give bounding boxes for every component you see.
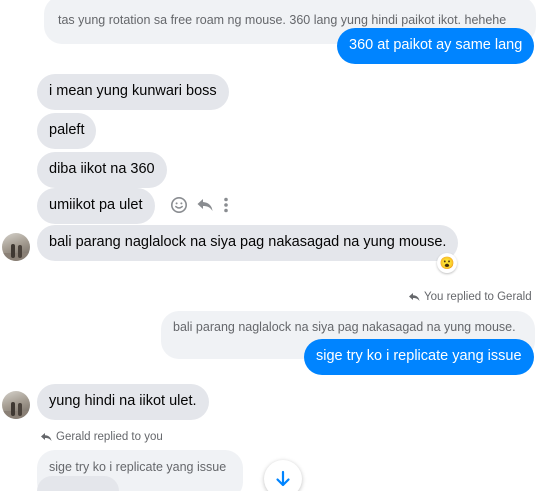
message-text: yung hindi na iikot ulet. xyxy=(49,393,197,409)
message-text: sige try ko i replicate yang issue xyxy=(316,348,522,364)
outgoing-message[interactable]: 360 at paikot ay same lang xyxy=(337,28,535,64)
message-text: 360 at paikot ay same lang xyxy=(349,37,523,53)
reply-indicator-text: Gerald replied to you xyxy=(56,431,163,443)
reply-arrow-icon[interactable] xyxy=(196,197,214,213)
reply-arrow-icon xyxy=(41,433,52,441)
smiley-icon[interactable] xyxy=(170,196,188,214)
incoming-message[interactable]: i mean yung kunwari boss xyxy=(37,74,229,110)
scroll-to-bottom-button[interactable] xyxy=(264,460,302,491)
arrow-down-icon xyxy=(276,470,290,487)
surprised-emoji-icon: 😮 xyxy=(439,256,455,270)
incoming-message[interactable]: yung hindi na iikot ulet. xyxy=(37,384,209,420)
incoming-message[interactable]: paleft xyxy=(37,113,97,149)
message-actions xyxy=(170,195,230,215)
incoming-message[interactable]: diba iikot na 360 xyxy=(37,152,167,188)
quoted-message-text: tas yung rotation sa free roam ng mouse.… xyxy=(58,13,507,27)
reply-indicator: Gerald replied to you xyxy=(40,430,163,444)
message-text: paleft xyxy=(49,122,85,138)
reply-indicator: You replied to Gerald xyxy=(408,290,532,304)
quoted-message-text: sige try ko i replicate yang issue xyxy=(49,460,227,474)
more-vertical-icon[interactable] xyxy=(222,196,230,214)
incoming-message-partial[interactable] xyxy=(37,476,119,491)
message-text: diba iikot na 360 xyxy=(49,161,155,177)
avatar[interactable] xyxy=(2,391,30,419)
reply-arrow-icon xyxy=(409,293,420,301)
quoted-message-text: bali parang naglalock na siya pag nakasa… xyxy=(173,320,516,334)
incoming-message[interactable]: bali parang naglalock na siya pag nakasa… xyxy=(37,225,459,261)
message-text: i mean yung kunwari boss xyxy=(49,83,217,99)
reaction-badge[interactable]: 😮 xyxy=(437,253,457,273)
avatar[interactable] xyxy=(2,233,30,261)
incoming-message[interactable]: umiikot pa ulet xyxy=(37,188,155,224)
message-text: umiikot pa ulet xyxy=(49,197,143,213)
message-text: bali parang naglalock na siya pag nakasa… xyxy=(49,234,447,250)
reply-indicator-text: You replied to Gerald xyxy=(424,291,532,303)
outgoing-message[interactable]: sige try ko i replicate yang issue xyxy=(304,339,534,375)
